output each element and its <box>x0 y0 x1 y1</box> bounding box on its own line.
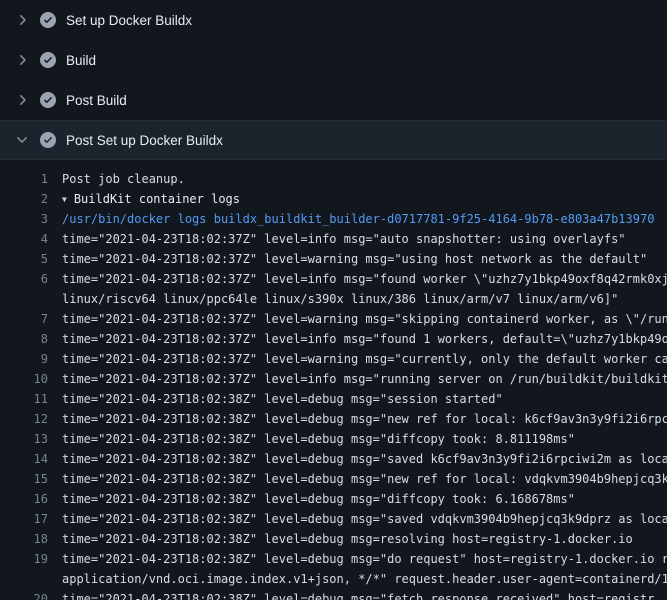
log-line: application/vnd.oci.image.index.v1+json,… <box>0 569 667 589</box>
log-line-text: time="2021-04-23T18:02:37Z" level=info m… <box>48 369 667 389</box>
log-line-text[interactable]: ▼ BuildKit container logs <box>48 189 667 209</box>
log-line-number[interactable]: 4 <box>0 229 48 249</box>
log-line-text: time="2021-04-23T18:02:38Z" level=debug … <box>48 469 667 489</box>
step-header[interactable]: Post Build <box>0 80 667 120</box>
log-line: 4 time="2021-04-23T18:02:37Z" level=info… <box>0 229 667 249</box>
log-line: 15 time="2021-04-23T18:02:38Z" level=deb… <box>0 469 667 489</box>
log-line-number[interactable]: 2 <box>0 189 48 209</box>
log-line-text: time="2021-04-23T18:02:38Z" level=debug … <box>48 429 667 449</box>
step-title: Post Set up Docker Buildx <box>66 133 223 148</box>
log-line: 13 time="2021-04-23T18:02:38Z" level=deb… <box>0 429 667 449</box>
log-line-text: time="2021-04-23T18:02:38Z" level=debug … <box>48 389 667 409</box>
check-circle-icon <box>40 132 56 148</box>
log-line-text: time="2021-04-23T18:02:38Z" level=debug … <box>48 529 667 549</box>
log-line: 12 time="2021-04-23T18:02:38Z" level=deb… <box>0 409 667 429</box>
log-line-number[interactable]: 12 <box>0 409 48 429</box>
log-line: 18 time="2021-04-23T18:02:38Z" level=deb… <box>0 529 667 549</box>
log-line: 3 /usr/bin/docker logs buildx_buildkit_b… <box>0 209 667 229</box>
log-line-number[interactable]: 19 <box>0 549 48 569</box>
log-output: 1 Post job cleanup. 2 ▼ BuildKit containe… <box>0 160 667 600</box>
log-line-number[interactable]: 9 <box>0 349 48 369</box>
log-line: 11 time="2021-04-23T18:02:38Z" level=deb… <box>0 389 667 409</box>
log-line-text: time="2021-04-23T18:02:37Z" level=info m… <box>48 229 667 249</box>
chevron-right-icon <box>14 92 30 108</box>
log-line-text: application/vnd.oci.image.index.v1+json,… <box>48 569 667 589</box>
log-line: 14 time="2021-04-23T18:02:38Z" level=deb… <box>0 449 667 469</box>
group-title: BuildKit container logs <box>74 192 240 206</box>
log-line-number[interactable]: 10 <box>0 369 48 389</box>
log-line-text: time="2021-04-23T18:02:38Z" level=debug … <box>48 489 667 509</box>
log-group-toggle: 2 ▼ BuildKit container logs <box>0 189 667 209</box>
step-title: Post Build <box>66 93 127 108</box>
check-circle-icon <box>40 52 56 68</box>
log-line-number[interactable]: 13 <box>0 429 48 449</box>
log-line: 6 time="2021-04-23T18:02:37Z" level=info… <box>0 269 667 289</box>
log-line: 5 time="2021-04-23T18:02:37Z" level=warn… <box>0 249 667 269</box>
step-header[interactable]: Build <box>0 40 667 80</box>
chevron-right-icon <box>14 12 30 28</box>
log-line: 8 time="2021-04-23T18:02:37Z" level=info… <box>0 329 667 349</box>
step-header[interactable]: Set up Docker Buildx <box>0 0 667 40</box>
log-line-number[interactable]: 7 <box>0 309 48 329</box>
steps-list: Set up Docker Buildx Build Post Build Po… <box>0 0 667 160</box>
log-line-number <box>0 569 48 589</box>
log-line-text: time="2021-04-23T18:02:38Z" level=debug … <box>48 549 667 569</box>
log-line-number[interactable]: 14 <box>0 449 48 469</box>
log-line-number[interactable]: 18 <box>0 529 48 549</box>
log-line-number[interactable]: 6 <box>0 269 48 289</box>
step-header[interactable]: Post Set up Docker Buildx <box>0 120 667 160</box>
log-line-text: time="2021-04-23T18:02:38Z" level=debug … <box>48 449 667 469</box>
chevron-right-icon <box>14 52 30 68</box>
log-line-number <box>0 289 48 309</box>
log-line: 7 time="2021-04-23T18:02:37Z" level=warn… <box>0 309 667 329</box>
log-line-text: time="2021-04-23T18:02:37Z" level=info m… <box>48 269 667 289</box>
check-circle-icon <box>40 92 56 108</box>
log-line-number[interactable]: 20 <box>0 589 48 600</box>
triangle-down-icon: ▼ <box>62 190 67 209</box>
log-line-number[interactable]: 1 <box>0 169 48 189</box>
check-circle-icon <box>40 12 56 28</box>
log-line-text: /usr/bin/docker logs buildx_buildkit_bui… <box>48 209 667 229</box>
log-line-text: time="2021-04-23T18:02:38Z" level=debug … <box>48 589 667 600</box>
log-line-text: linux/riscv64 linux/ppc64le linux/s390x … <box>48 289 667 309</box>
log-line-text: time="2021-04-23T18:02:37Z" level=warnin… <box>48 249 667 269</box>
log-line-number[interactable]: 15 <box>0 469 48 489</box>
log-line-number[interactable]: 3 <box>0 209 48 229</box>
log-line-text: time="2021-04-23T18:02:37Z" level=warnin… <box>48 349 667 369</box>
log-line-number[interactable]: 16 <box>0 489 48 509</box>
log-line-number[interactable]: 17 <box>0 509 48 529</box>
log-line-text: time="2021-04-23T18:02:37Z" level=info m… <box>48 329 667 349</box>
log-line: linux/riscv64 linux/ppc64le linux/s390x … <box>0 289 667 309</box>
log-line-text: time="2021-04-23T18:02:38Z" level=debug … <box>48 509 667 529</box>
log-line: 17 time="2021-04-23T18:02:38Z" level=deb… <box>0 509 667 529</box>
log-line-number[interactable]: 5 <box>0 249 48 269</box>
log-line: 16 time="2021-04-23T18:02:38Z" level=deb… <box>0 489 667 509</box>
log-line: 19 time="2021-04-23T18:02:38Z" level=deb… <box>0 549 667 569</box>
step-title: Build <box>66 53 96 68</box>
log-line: 20 time="2021-04-23T18:02:38Z" level=deb… <box>0 589 667 600</box>
log-line-text: time="2021-04-23T18:02:38Z" level=debug … <box>48 409 667 429</box>
log-line-number[interactable]: 8 <box>0 329 48 349</box>
log-line: 1 Post job cleanup. <box>0 169 667 189</box>
log-line: 9 time="2021-04-23T18:02:37Z" level=warn… <box>0 349 667 369</box>
log-line-text: time="2021-04-23T18:02:37Z" level=warnin… <box>48 309 667 329</box>
actions-log-viewer: Set up Docker Buildx Build Post Build Po… <box>0 0 667 600</box>
log-line: 10 time="2021-04-23T18:02:37Z" level=inf… <box>0 369 667 389</box>
step-title: Set up Docker Buildx <box>66 13 192 28</box>
chevron-down-icon <box>14 132 30 148</box>
log-line-number[interactable]: 11 <box>0 389 48 409</box>
log-line-text: Post job cleanup. <box>48 169 667 189</box>
